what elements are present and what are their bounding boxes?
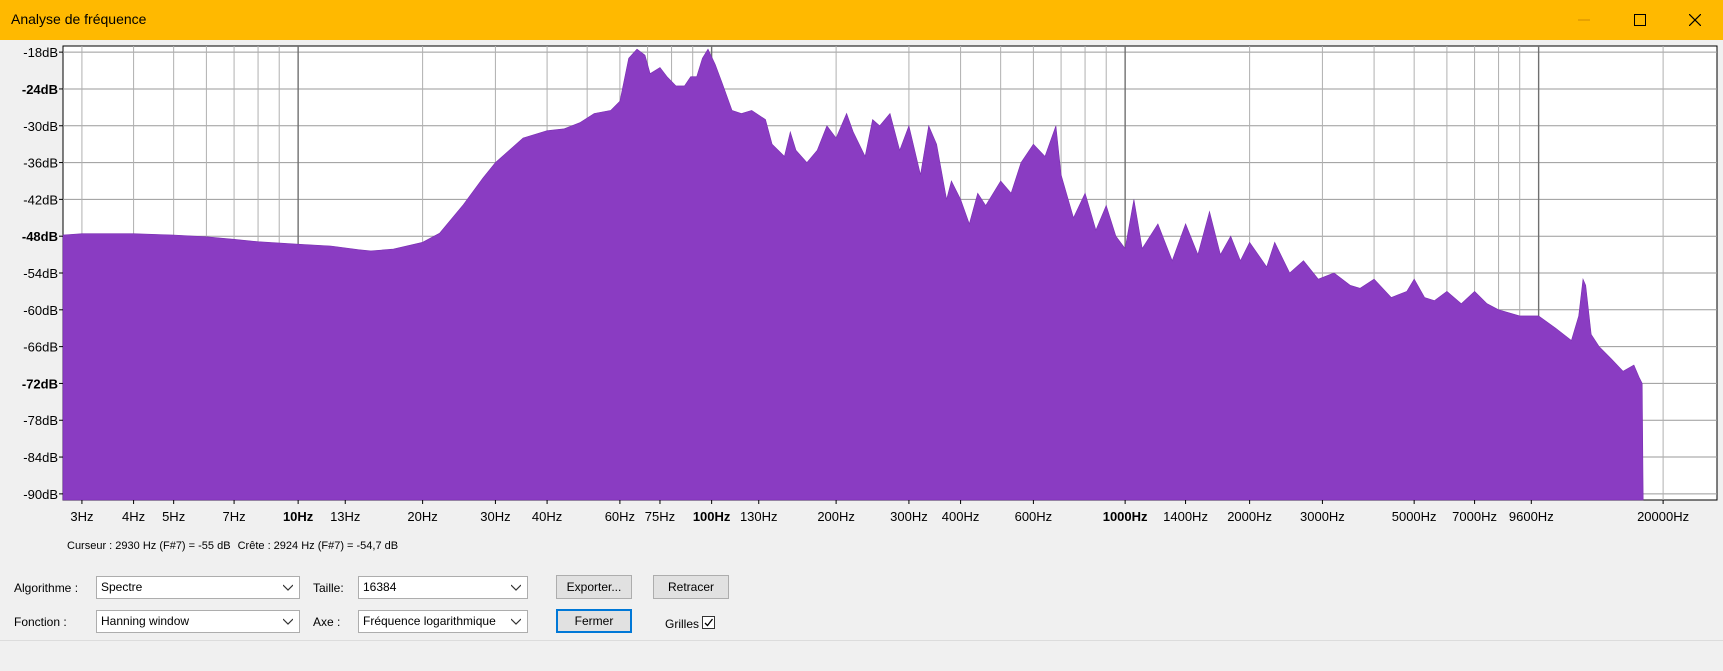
- axis-value: Fréquence logarithmique: [363, 614, 496, 628]
- y-tick-label: -78dB: [23, 413, 58, 428]
- x-tick-label: 13Hz: [330, 509, 360, 524]
- chevron-down-icon: [283, 584, 293, 591]
- y-tick-label: -48dB: [22, 229, 58, 244]
- cursor-readout: Curseur : 2930 Hz (F#7) = -55 dB: [67, 540, 231, 552]
- x-tick-label: 20000Hz: [1637, 509, 1689, 524]
- function-value: Hanning window: [101, 614, 190, 628]
- status-line: Curseur : 2930 Hz (F#7) = -55 dB Crête :…: [67, 540, 402, 552]
- x-tick-label: 130Hz: [740, 509, 778, 524]
- axis-label: Axe :: [313, 615, 341, 629]
- x-tick-label: 75Hz: [645, 509, 675, 524]
- peak-readout: Crête : 2924 Hz (F#7) = -54,7 dB: [237, 540, 399, 552]
- y-tick-label: -36dB: [23, 156, 58, 171]
- y-tick-label: -54dB: [23, 266, 58, 281]
- x-tick-label: 3000Hz: [1300, 509, 1345, 524]
- close-icon: [1689, 14, 1701, 26]
- x-tick-label: 10Hz: [283, 509, 314, 524]
- x-tick-label: 600Hz: [1015, 509, 1053, 524]
- algorithm-select[interactable]: Spectre: [96, 576, 300, 599]
- status-bar: [0, 640, 1723, 671]
- size-select[interactable]: 16384: [358, 576, 528, 599]
- x-tick-label: 7Hz: [223, 509, 246, 524]
- y-tick-label: -84dB: [23, 450, 58, 465]
- x-tick-label: 20Hz: [407, 509, 437, 524]
- y-tick-label: -24dB: [22, 82, 58, 97]
- y-tick-label: -66dB: [23, 340, 58, 355]
- x-tick-label: 7000Hz: [1452, 509, 1497, 524]
- grids-checkbox[interactable]: [702, 616, 715, 629]
- y-tick-label: -18dB: [23, 45, 58, 60]
- retrace-button[interactable]: Retracer: [653, 575, 729, 599]
- window-title: Analyse de fréquence: [11, 11, 147, 27]
- x-tick-label: 4Hz: [122, 509, 145, 524]
- y-tick-label: -72dB: [22, 376, 58, 391]
- x-tick-label: 3Hz: [70, 509, 93, 524]
- maximize-icon: [1634, 14, 1646, 26]
- axis-select[interactable]: Fréquence logarithmique: [358, 610, 528, 633]
- close-dialog-button[interactable]: Fermer: [556, 609, 632, 633]
- x-tick-label: 9600Hz: [1509, 509, 1554, 524]
- function-select[interactable]: Hanning window: [96, 610, 300, 633]
- x-tick-label: 5000Hz: [1392, 509, 1437, 524]
- close-button[interactable]: [1667, 0, 1723, 40]
- size-value: 16384: [363, 580, 397, 594]
- function-label: Fonction :: [14, 615, 67, 629]
- algorithm-value: Spectre: [101, 580, 143, 594]
- x-tick-label: 2000Hz: [1227, 509, 1272, 524]
- title-bar: Analyse de fréquence: [0, 0, 1723, 40]
- checkmark-icon: [704, 618, 714, 627]
- maximize-button[interactable]: [1612, 0, 1668, 40]
- x-tick-label: 1400Hz: [1163, 509, 1208, 524]
- chevron-down-icon: [511, 618, 521, 625]
- minimize-button[interactable]: [1556, 0, 1612, 40]
- algorithm-label: Algorithme :: [14, 581, 79, 595]
- y-tick-label: -90dB: [23, 487, 58, 502]
- x-tick-label: 200Hz: [817, 509, 855, 524]
- chevron-down-icon: [511, 584, 521, 591]
- x-tick-label: 40Hz: [532, 509, 562, 524]
- x-tick-label: 30Hz: [480, 509, 510, 524]
- chevron-down-icon: [283, 618, 293, 625]
- x-tick-label: 400Hz: [942, 509, 980, 524]
- x-tick-label: 5Hz: [162, 509, 185, 524]
- y-tick-label: -30dB: [23, 119, 58, 134]
- frequency-spectrum-chart[interactable]: -18dB -24dB -30dB -36dB -42dB -48dB -54dB -60dB…: [0, 40, 1723, 535]
- x-tick-label: 60Hz: [605, 509, 635, 524]
- export-button[interactable]: Exporter...: [556, 575, 632, 599]
- y-tick-label: -60dB: [23, 303, 58, 318]
- minimize-icon: [1578, 19, 1590, 21]
- x-tick-label: 100Hz: [693, 509, 731, 524]
- size-label: Taille:: [313, 581, 344, 595]
- y-tick-label: -42dB: [23, 192, 58, 207]
- grids-label: Grilles: [665, 617, 700, 631]
- x-tick-label: 1000Hz: [1103, 509, 1148, 524]
- x-tick-label: 300Hz: [890, 509, 928, 524]
